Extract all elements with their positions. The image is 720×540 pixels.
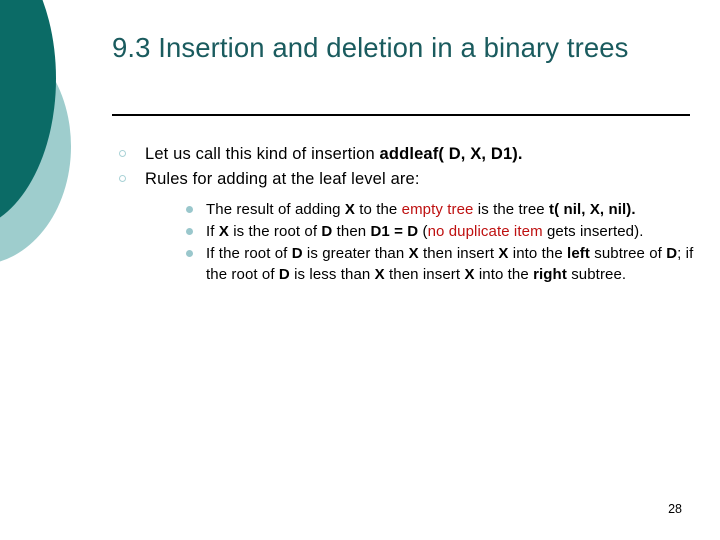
page-number: 28 <box>668 502 682 516</box>
sub-bullet-dot-icon <box>186 227 193 235</box>
bullet-text: Let us call this kind of insertion addle… <box>145 145 523 163</box>
sub-bullet-text: If the root of D is greater than X then … <box>206 244 694 283</box>
sub-bullet-text: The result of adding X to the empty tree… <box>206 200 636 218</box>
list-item: Rules for adding at the leaf level are: … <box>112 167 694 284</box>
bullet-list-level1: Let us call this kind of insertion addle… <box>112 142 694 285</box>
decorative-circle-light <box>0 28 71 265</box>
title-block: 9.3 Insertion and deletion in a binary t… <box>112 32 690 65</box>
sub-bullet-dot-icon <box>186 205 193 213</box>
bullet-circle-icon <box>119 175 126 183</box>
bullet-circle-icon <box>119 150 126 157</box>
slide: 9.3 Insertion and deletion in a binary t… <box>0 0 720 540</box>
sub-bullet-container: The result of adding X to the empty tree… <box>175 199 694 285</box>
list-item: The result of adding X to the empty tree… <box>175 199 694 220</box>
list-item: Let us call this kind of insertion addle… <box>112 142 694 166</box>
title-divider <box>112 114 690 116</box>
list-item: If X is the root of D then D1 = D (no du… <box>175 221 694 242</box>
bullet-text: Rules for adding at the leaf level are: <box>145 170 420 189</box>
list-item: If the root of D is greater than X then … <box>175 243 694 285</box>
bullet-list-level2: The result of adding X to the empty tree… <box>175 199 694 285</box>
decorative-circle-dark <box>0 0 56 230</box>
sub-bullet-text: If X is the root of D then D1 = D (no du… <box>206 222 644 240</box>
slide-body: Let us call this kind of insertion addle… <box>112 142 694 286</box>
page-title: 9.3 Insertion and deletion in a binary t… <box>112 32 629 63</box>
sub-bullet-dot-icon <box>186 249 193 257</box>
